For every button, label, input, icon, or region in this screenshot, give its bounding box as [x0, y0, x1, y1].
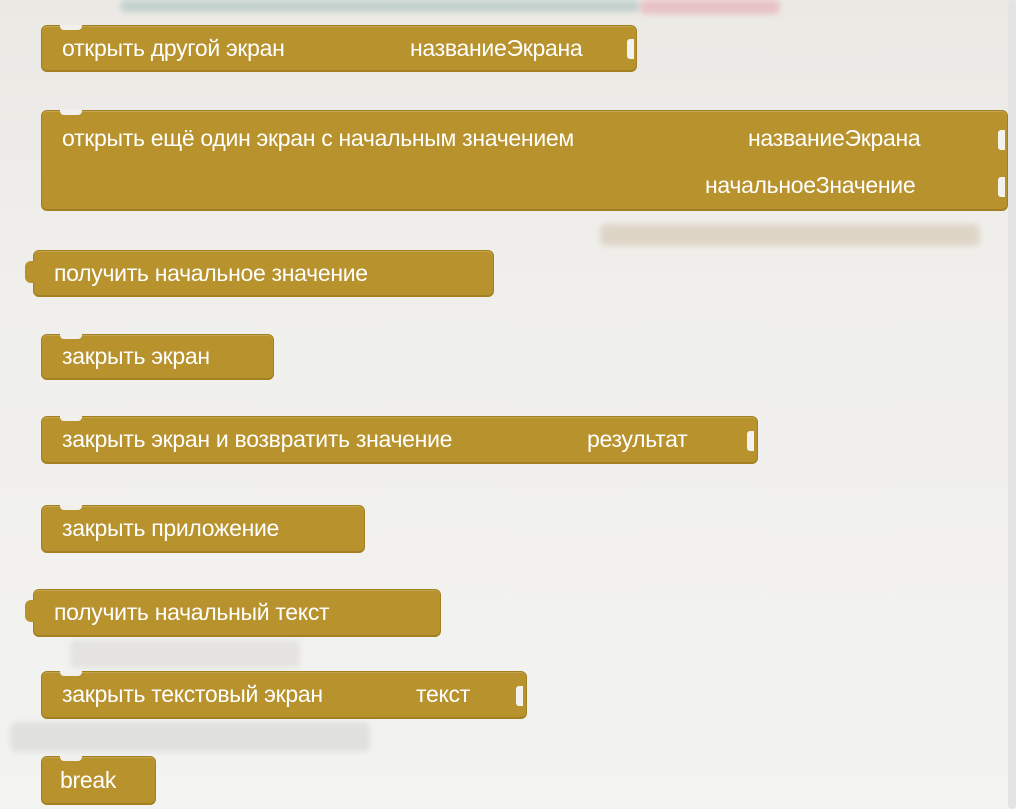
close-screen-with-value-block[interactable]: закрыть экран и возвратить значение резу…	[41, 416, 758, 464]
block-label: закрыть экран и возвратить значение	[62, 426, 453, 453]
input-socket[interactable]	[627, 39, 634, 59]
block-label: получить начальный текст	[54, 599, 330, 626]
close-application-block[interactable]: закрыть приложение	[41, 505, 365, 553]
output-connector	[25, 261, 35, 283]
workspace-edge	[1008, 0, 1016, 809]
open-another-screen-block[interactable]: открыть другой экран названиеЭкрана	[41, 25, 637, 72]
previous-connection-notch	[60, 416, 82, 421]
block-label: закрыть текстовый экран	[62, 681, 323, 708]
break-block[interactable]: break	[41, 756, 156, 805]
get-plain-start-text-block[interactable]: получить начальный текст	[25, 589, 441, 637]
input-socket[interactable]	[747, 431, 754, 451]
background-blur	[600, 224, 980, 246]
previous-connection-notch	[60, 505, 82, 510]
previous-connection-notch	[60, 671, 82, 676]
close-screen-with-plain-text-block[interactable]: закрыть текстовый экран текст	[41, 671, 527, 719]
previous-connection-notch	[60, 756, 82, 761]
background-blur	[70, 640, 300, 668]
previous-connection-notch	[60, 334, 82, 339]
previous-connection-notch	[60, 25, 82, 30]
block-label: закрыть экран	[62, 343, 210, 370]
previous-connection-notch	[60, 110, 82, 115]
background-blur	[120, 0, 640, 12]
block-label: закрыть приложение	[62, 515, 280, 542]
param-name: названиеЭкрана	[410, 34, 583, 61]
get-start-value-block[interactable]: получить начальное значение	[25, 250, 494, 297]
block-label: break	[60, 766, 117, 793]
open-screen-with-start-value-block[interactable]: открыть ещё один экран с начальным значе…	[41, 110, 1008, 211]
param-name: названиеЭкрана	[748, 125, 921, 152]
background-blur	[10, 722, 370, 752]
blocks-workspace[interactable]: открыть другой экран названиеЭкрана откр…	[0, 0, 1016, 809]
background-blur	[640, 0, 780, 14]
block-label: открыть ещё один экран с начальным значе…	[62, 125, 574, 152]
param-name: результат	[587, 426, 688, 453]
close-screen-block[interactable]: закрыть экран	[41, 334, 274, 380]
input-socket[interactable]	[516, 686, 523, 706]
input-socket[interactable]	[998, 130, 1005, 150]
param-name: текст	[416, 681, 470, 708]
block-label: открыть другой экран	[62, 34, 285, 61]
input-socket[interactable]	[998, 177, 1005, 197]
output-connector	[25, 600, 35, 622]
param-name: начальноеЗначение	[705, 172, 916, 199]
block-label: получить начальное значение	[54, 259, 368, 286]
